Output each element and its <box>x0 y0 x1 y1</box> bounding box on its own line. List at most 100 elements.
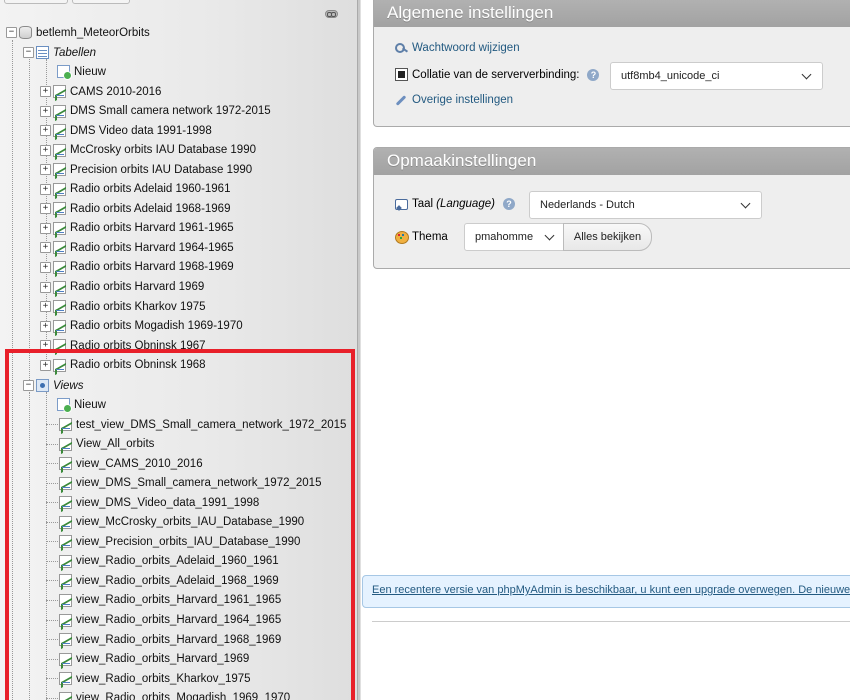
collapse-icon[interactable]: − <box>6 27 17 38</box>
table-item[interactable]: + DMS Small camera network 1972-2015 <box>40 102 271 121</box>
language-select[interactable]: Nederlands - Dutch <box>529 191 762 219</box>
expand-icon[interactable]: + <box>40 242 51 254</box>
database-name[interactable]: betlemh_MeteorOrbits <box>36 27 150 39</box>
reload-button[interactable] <box>72 0 130 4</box>
collation-select[interactable]: utf8mb4_unicode_ci <box>610 62 823 90</box>
help-icon[interactable]: ? <box>502 197 515 210</box>
expand-icon[interactable]: + <box>40 203 51 215</box>
view-name[interactable]: view_Precision_orbits_IAU_Database_1990 <box>76 536 300 548</box>
table-item[interactable]: + Precision orbits IAU Database 1990 <box>40 160 252 179</box>
view-item[interactable]: view_CAMS_2010_2016 <box>46 454 203 473</box>
view-item[interactable]: view_Radio_orbits_Adelaid_1968_1969 <box>46 571 279 590</box>
view-name[interactable]: view_Radio_orbits_Adelaid_1960_1961 <box>76 555 279 567</box>
table-item[interactable]: + Radio orbits Harvard 1964-1965 <box>40 238 234 257</box>
table-name[interactable]: Radio orbits Obninsk 1968 <box>70 359 206 371</box>
tables-group-label[interactable]: Tabellen <box>53 47 96 59</box>
view-item[interactable]: view_Radio_orbits_Kharkov_1975 <box>46 669 251 688</box>
table-item[interactable]: + Radio orbits Obninsk 1968 <box>40 356 206 375</box>
table-name[interactable]: Radio orbits Adelaid 1968-1969 <box>70 203 230 215</box>
table-name[interactable]: McCrosky orbits IAU Database 1990 <box>70 144 256 156</box>
table-item[interactable]: + Radio orbits Obninsk 1967 <box>40 336 206 355</box>
view-item[interactable]: test_view_DMS_Small_camera_network_1972_… <box>46 415 346 434</box>
change-password-link[interactable]: Wachtwoord wijzigen <box>412 42 520 54</box>
view-name[interactable]: view_DMS_Small_camera_network_1972_2015 <box>76 477 321 489</box>
theme-select[interactable]: pmahomme <box>464 223 564 251</box>
expand-icon[interactable]: + <box>40 261 51 273</box>
view-item[interactable]: view_Radio_orbits_Adelaid_1960_1961 <box>46 552 279 571</box>
expand-icon[interactable]: + <box>40 320 51 332</box>
view-name[interactable]: View_All_orbits <box>76 438 154 450</box>
view-name[interactable]: view_DMS_Video_data_1991_1998 <box>76 497 259 509</box>
table-item[interactable]: + Radio orbits Adelaid 1968-1969 <box>40 199 230 218</box>
table-item[interactable]: + CAMS 2010-2016 <box>40 82 161 101</box>
view-item[interactable]: view_McCrosky_orbits_IAU_Database_1990 <box>46 513 304 532</box>
panel-resizer[interactable] <box>357 0 361 700</box>
expand-icon[interactable]: + <box>40 125 51 137</box>
view-name[interactable]: view_Radio_orbits_Mogadish_1969_1970 <box>76 692 290 700</box>
view-name[interactable]: view_Radio_orbits_Harvard_1964_1965 <box>76 614 281 626</box>
home-button[interactable] <box>4 0 68 4</box>
expand-icon[interactable]: + <box>40 144 51 156</box>
view-name[interactable]: view_CAMS_2010_2016 <box>76 458 203 470</box>
table-item[interactable]: + Radio orbits Kharkov 1975 <box>40 297 206 316</box>
view-item[interactable]: view_Radio_orbits_Harvard_1968_1969 <box>46 630 281 649</box>
collapse-icon[interactable]: − <box>23 47 34 58</box>
tree-node-new-view[interactable]: Nieuw <box>57 395 106 414</box>
table-name[interactable]: Radio orbits Harvard 1968-1969 <box>70 261 234 273</box>
table-name[interactable]: Precision orbits IAU Database 1990 <box>70 164 252 176</box>
view-name[interactable]: view_Radio_orbits_Harvard_1969 <box>76 653 249 665</box>
table-name[interactable]: DMS Video data 1991-1998 <box>70 125 212 137</box>
view-item[interactable]: view_Radio_orbits_Mogadish_1969_1970 <box>46 689 290 700</box>
table-item[interactable]: + Radio orbits Adelaid 1960-1961 <box>40 180 230 199</box>
table-name[interactable]: Radio orbits Harvard 1969 <box>70 281 204 293</box>
table-item[interactable]: + McCrosky orbits IAU Database 1990 <box>40 141 256 160</box>
tree-node-tables[interactable]: − Tabellen <box>23 43 96 62</box>
expand-icon[interactable]: + <box>40 105 51 117</box>
table-name[interactable]: Radio orbits Harvard 1964-1965 <box>70 242 234 254</box>
update-notice-link[interactable]: Een recentere versie van phpMyAdmin is b… <box>372 584 850 596</box>
view-item[interactable]: view_DMS_Video_data_1991_1998 <box>46 493 259 512</box>
view-name[interactable]: view_Radio_orbits_Adelaid_1968_1969 <box>76 575 279 587</box>
expand-icon[interactable]: + <box>40 183 51 195</box>
expand-icon[interactable]: + <box>40 281 51 293</box>
tree-node-new-table[interactable]: Nieuw <box>57 62 106 81</box>
expand-icon[interactable]: + <box>40 86 51 97</box>
view-name[interactable]: test_view_DMS_Small_camera_network_1972_… <box>76 419 346 431</box>
view-item[interactable]: view_Radio_orbits_Harvard_1964_1965 <box>46 611 281 630</box>
view-item[interactable]: View_All_orbits <box>46 435 154 454</box>
table-name[interactable]: Radio orbits Kharkov 1975 <box>70 301 206 313</box>
tree-node-views[interactable]: − Views <box>23 376 83 395</box>
table-item[interactable]: + Radio orbits Mogadish 1969-1970 <box>40 317 243 336</box>
view-name[interactable]: view_Radio_orbits_Harvard_1968_1969 <box>76 634 281 646</box>
view-name[interactable]: view_Radio_orbits_Harvard_1961_1965 <box>76 594 281 606</box>
more-settings-setting[interactable]: Overige instellingen <box>395 93 513 106</box>
collapse-icon[interactable]: − <box>23 380 34 391</box>
view-all-themes-button[interactable]: Alles bekijken <box>563 223 652 251</box>
expand-icon[interactable]: + <box>40 222 51 234</box>
expand-icon[interactable]: + <box>40 164 51 176</box>
table-item[interactable]: + Radio orbits Harvard 1961-1965 <box>40 219 234 238</box>
expand-icon[interactable]: + <box>40 301 51 313</box>
help-icon[interactable]: ? <box>587 68 600 81</box>
table-item[interactable]: + DMS Video data 1991-1998 <box>40 121 212 140</box>
change-password-setting[interactable]: Wachtwoord wijzigen <box>395 41 520 54</box>
view-name[interactable]: view_McCrosky_orbits_IAU_Database_1990 <box>76 516 304 528</box>
more-settings-link[interactable]: Overige instellingen <box>412 94 513 106</box>
new-view-label[interactable]: Nieuw <box>74 399 106 411</box>
view-name[interactable]: view_Radio_orbits_Kharkov_1975 <box>76 673 251 685</box>
table-name[interactable]: CAMS 2010-2016 <box>70 86 161 98</box>
view-item[interactable]: view_DMS_Small_camera_network_1972_2015 <box>46 474 321 493</box>
tree-node-database[interactable]: − betlemh_MeteorOrbits <box>6 23 150 42</box>
table-name[interactable]: Radio orbits Harvard 1961-1965 <box>70 222 234 234</box>
view-item[interactable]: view_Radio_orbits_Harvard_1969 <box>46 650 249 669</box>
expand-icon[interactable]: + <box>40 359 51 371</box>
table-item[interactable]: + Radio orbits Harvard 1969 <box>40 278 204 297</box>
table-name[interactable]: Radio orbits Mogadish 1969-1970 <box>70 320 243 332</box>
table-name[interactable]: Radio orbits Adelaid 1960-1961 <box>70 183 230 195</box>
table-item[interactable]: + Radio orbits Harvard 1968-1969 <box>40 258 234 277</box>
table-name[interactable]: DMS Small camera network 1972-2015 <box>70 105 271 117</box>
view-item[interactable]: view_Radio_orbits_Harvard_1961_1965 <box>46 591 281 610</box>
link-icon[interactable] <box>325 10 338 18</box>
expand-icon[interactable]: + <box>40 340 51 352</box>
view-item[interactable]: view_Precision_orbits_IAU_Database_1990 <box>46 532 300 551</box>
